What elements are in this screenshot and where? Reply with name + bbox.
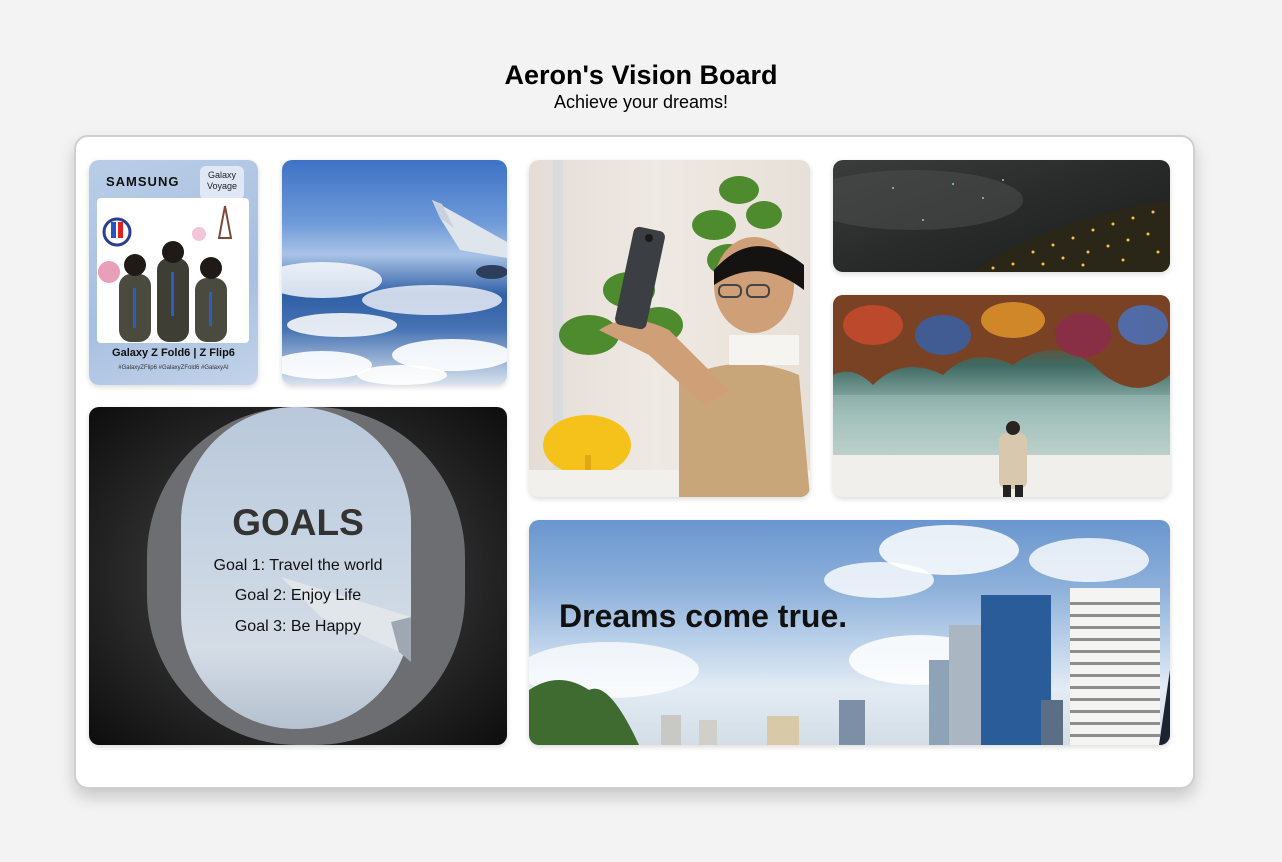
goal-item: Goal 3: Be Happy	[234, 618, 362, 635]
goal-item: Goal 2: Enjoy Life	[234, 587, 362, 604]
card-caption: Galaxy Z Fold6 | Z Flip6	[112, 347, 235, 359]
gallery-illustration	[833, 295, 1170, 497]
sky-illustration	[282, 200, 507, 385]
gallery-art-image[interactable]	[833, 295, 1170, 497]
goals-window-image[interactable]: GOALS Goal 1: Travel the world Goal 2: E…	[89, 407, 507, 745]
card-photo-area	[97, 198, 249, 343]
header: Aeron's Vision Board Achieve your dreams…	[0, 58, 1282, 112]
card-tags: #GalaxyZFlip6 #GalaxyZFold6 #GalaxyAI	[118, 365, 229, 371]
goals-overlay: GOALS Goal 1: Travel the world Goal 2: E…	[89, 407, 507, 745]
night-city-illustration	[833, 170, 1170, 272]
card-badge: Galaxy Voyage	[200, 166, 244, 200]
selfie-portrait-image[interactable]	[529, 160, 810, 497]
airplane-sky-image[interactable]	[282, 160, 507, 385]
night-city-aerial-image[interactable]	[833, 160, 1170, 272]
page-title: Aeron's Vision Board	[504, 60, 778, 90]
dreams-skyline-image[interactable]: Dreams come true.	[529, 520, 1170, 745]
vision-board: SAMSUNG Galaxy Voyage Galaxy Z Fold6 | Z…	[74, 135, 1195, 789]
dreams-quote: Dreams come true.	[559, 598, 848, 634]
goals-title: GOALS	[232, 502, 364, 543]
goal-item: Goal 1: Travel the world	[213, 557, 383, 574]
event-photo-card-image[interactable]: SAMSUNG Galaxy Voyage Galaxy Z Fold6 | Z…	[89, 160, 258, 385]
card-brand: SAMSUNG	[106, 174, 180, 189]
card-illustration	[98, 205, 233, 342]
selfie-illustration	[529, 160, 810, 497]
page-subtitle: Achieve your dreams!	[553, 92, 729, 112]
